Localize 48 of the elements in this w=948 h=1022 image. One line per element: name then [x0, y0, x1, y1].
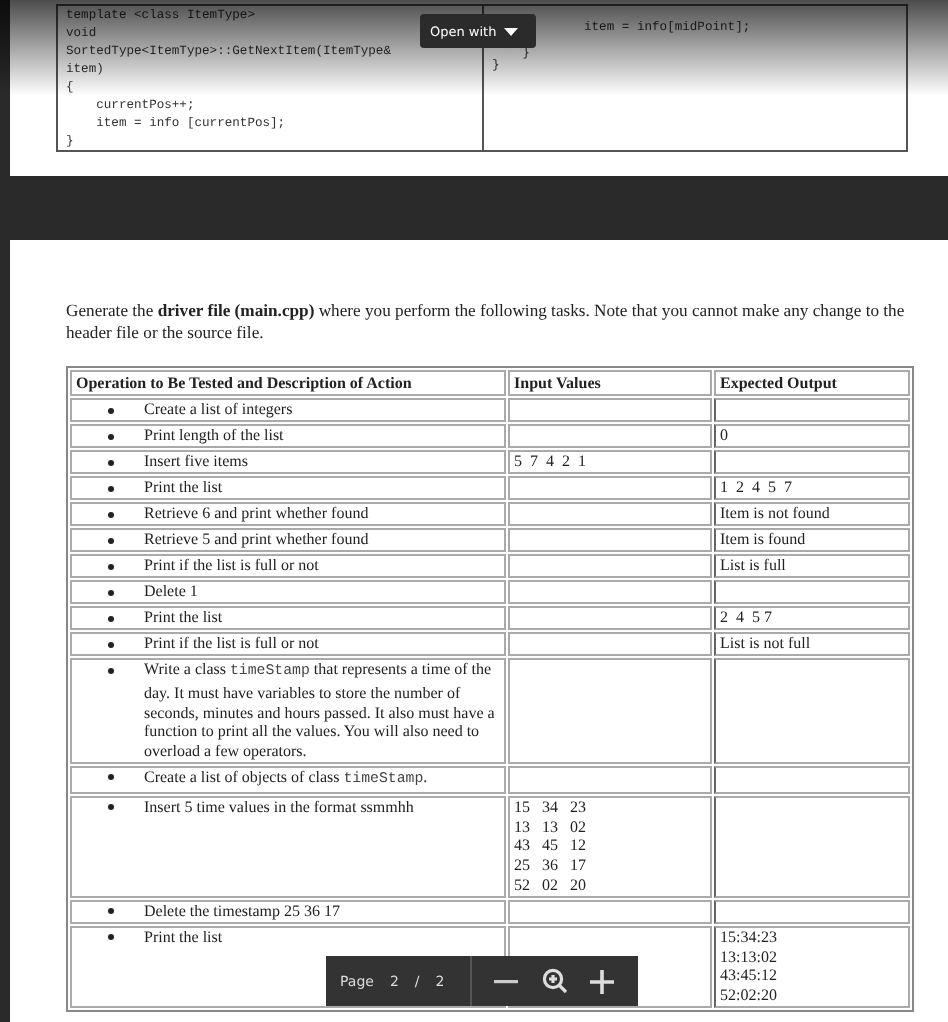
bullet-icon [108, 908, 114, 915]
zoom-in-button[interactable] [588, 967, 617, 995]
operation-text: Delete the timestamp 25 36 17 [144, 901, 340, 922]
caret-icon [504, 27, 519, 35]
zoom-icon [541, 968, 568, 994]
bullet-icon [108, 589, 114, 595]
operation-text: Retrieve 6 and print whether found [144, 504, 369, 524]
column-header: Expected Output [714, 370, 910, 396]
operation-text: Print length of the list [144, 426, 284, 446]
operation-text: Print if the list is full or not [144, 634, 319, 654]
bullet-icon [108, 774, 114, 781]
bullet-icon [108, 615, 114, 621]
bullet-icon [108, 563, 114, 569]
operation-text: Print the list [144, 927, 223, 948]
zoom-button[interactable] [540, 967, 569, 995]
operation-text: Retrieve 5 and print whether found [144, 530, 369, 550]
operation-text: Print the list [144, 478, 223, 498]
operation-text: Print if the list is full or not [144, 556, 319, 576]
operation-text: Insert five items [144, 452, 248, 472]
operation-text: Print the list [144, 608, 223, 628]
bullet-icon [108, 804, 114, 811]
table-cell: 5 7 4 2 1 [508, 450, 712, 474]
table-cell: 15 34 23 13 13 02 43 45 12 25 36 17 52 02 20 [508, 795, 712, 898]
bullet-icon [108, 407, 114, 413]
table-cell: Item is found [714, 528, 910, 552]
table-cell: List is not full [714, 632, 910, 656]
bullet-icon [108, 641, 114, 647]
plus-icon [590, 969, 615, 993]
bullet-icon [108, 433, 114, 439]
table-cell: Item is not found [714, 502, 910, 526]
column-header: Input Values [508, 370, 712, 396]
bullet-icon [108, 459, 114, 465]
instructions-paragraph: Generate the driver file (main.cpp) where you perform the following tasks. Note that you cannot make any change to the header file or the source file. [66, 300, 907, 344]
table-cell: List is full [714, 554, 910, 578]
bullet-icon [108, 667, 114, 673]
bullet-icon [108, 485, 114, 491]
bullet-icon [108, 934, 114, 941]
table-cell: 0 [714, 424, 910, 448]
operation-text: Create a list of integers [144, 400, 293, 420]
table-cell: 15:34:23 13:13:02 43:45:12 52:02:20 [714, 925, 910, 1008]
operation-text: Insert 5 time values in the format ssmmhh [144, 797, 414, 818]
table-cell: 1 2 4 5 7 [714, 476, 910, 500]
bullet-icon [108, 511, 114, 517]
bullet-icon [108, 537, 114, 543]
column-header: Operation to Be Tested and Description of Action [70, 370, 506, 396]
minus-icon [494, 979, 519, 983]
table-cell: 2 4 5 7 [714, 606, 910, 630]
operation-text: Delete 1 [144, 582, 198, 602]
